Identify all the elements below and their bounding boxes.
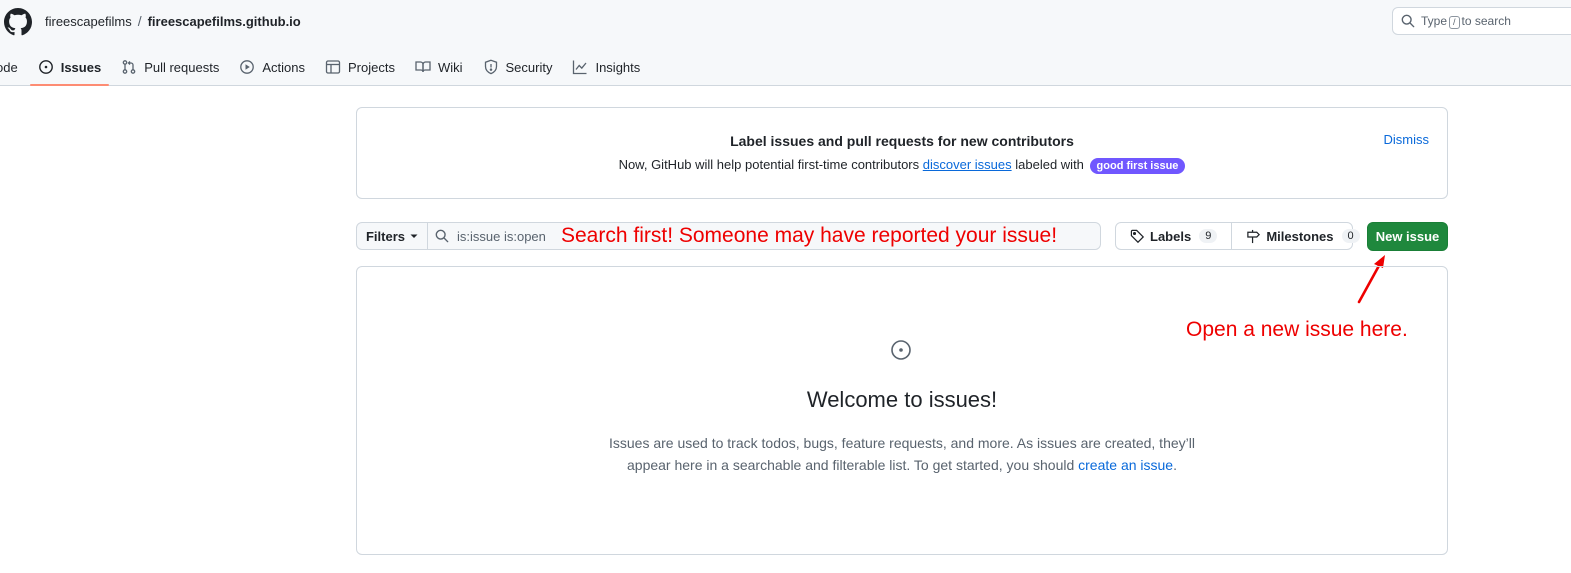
blankslate-line-2: appear here in a searchable and filterab…	[357, 454, 1447, 476]
tab-code[interactable]: ode	[0, 48, 26, 86]
banner-text-after: labeled with	[1015, 157, 1084, 172]
search-icon	[435, 229, 449, 243]
tab-label: Insights	[595, 59, 641, 75]
tab-insights[interactable]: Insights	[564, 48, 648, 86]
filter-search-field[interactable]: Search first! Someone may have reported …	[428, 223, 1100, 249]
caret-down-icon	[410, 234, 418, 238]
tab-projects[interactable]: Projects	[317, 48, 403, 86]
tab-actions[interactable]: Actions	[231, 48, 313, 86]
labels-button[interactable]: Labels 9	[1116, 223, 1231, 249]
tab-label: Pull requests	[144, 59, 220, 75]
shield-icon	[484, 59, 497, 75]
issues-blankslate: Welcome to issues! Issues are used to tr…	[356, 266, 1448, 555]
repo-header: fireescapefilms / fireescapefilms.github…	[0, 0, 1571, 86]
milestones-count: 0	[1341, 229, 1360, 243]
global-search-input[interactable]: Type / to search	[1392, 7, 1571, 35]
filters-dropdown-button[interactable]: Filters	[357, 223, 428, 249]
search-placeholder-suffix: to search	[1461, 13, 1511, 28]
milestones-button[interactable]: Milestones 0	[1231, 223, 1373, 249]
play-icon	[240, 60, 255, 74]
tab-label: Issues	[60, 59, 102, 75]
blankslate-line-2-text: appear here in a searchable and filterab…	[627, 457, 1075, 473]
blankslate-period: .	[1173, 457, 1177, 473]
banner-text: Now, GitHub will help potential first-ti…	[357, 157, 1447, 174]
milestone-icon	[1247, 229, 1261, 243]
breadcrumb-separator: /	[137, 13, 142, 29]
blankslate-title: Welcome to issues!	[806, 387, 998, 412]
labels-milestones-group: Labels 9 Milestones 0	[1115, 222, 1360, 250]
github-logo-icon[interactable]	[4, 8, 32, 36]
discover-issues-link[interactable]: discover issues	[923, 157, 1012, 172]
tab-wiki[interactable]: Wiki	[407, 48, 471, 86]
breadcrumb-owner[interactable]: fireescapefilms	[45, 14, 132, 29]
filter-query-input[interactable]	[457, 228, 547, 244]
good-first-issue-label[interactable]: good first issue	[1089, 158, 1186, 174]
tab-label: Wiki	[437, 59, 463, 75]
tab-label: Projects	[347, 59, 395, 75]
banner-title: Label issues and pull requests for new c…	[730, 133, 1074, 149]
search-first-annotation: Search first! Someone may have reported …	[561, 224, 1058, 247]
search-shortcut-key: /	[1449, 15, 1460, 29]
blankslate-description: Issues are used to track todos, bugs, fe…	[357, 432, 1447, 476]
banner-text-before: Now, GitHub will help potential first-ti…	[618, 157, 920, 172]
milestones-label: Milestones	[1266, 228, 1334, 244]
tab-pull-requests[interactable]: Pull requests	[113, 48, 227, 86]
tab-label: ode	[0, 59, 18, 75]
breadcrumb: fireescapefilms / fireescapefilms.github…	[45, 13, 301, 29]
issue-filter-bar: Filters Search first! Someone may have r…	[356, 222, 1101, 250]
dismiss-button[interactable]: Dismiss	[1384, 132, 1430, 147]
issue-opened-icon	[891, 340, 911, 360]
first-contributor-banner: Label issues and pull requests for new c…	[356, 107, 1448, 199]
search-icon	[1401, 14, 1415, 28]
tab-label: Security	[505, 59, 553, 75]
tab-label: Actions	[262, 59, 305, 75]
book-icon	[415, 61, 431, 73]
graph-icon	[573, 60, 587, 75]
create-issue-link[interactable]: create an issue	[1078, 457, 1173, 473]
new-issue-button[interactable]: New issue	[1367, 222, 1448, 251]
tab-issues[interactable]: Issues	[29, 48, 110, 86]
git-pull-request-icon	[122, 60, 136, 74]
tag-icon	[1130, 229, 1145, 243]
search-placeholder-prefix: Type	[1421, 13, 1448, 28]
tab-security[interactable]: Security	[475, 48, 561, 86]
issue-opened-icon	[38, 60, 53, 74]
table-icon	[325, 60, 341, 74]
labels-count: 9	[1199, 229, 1218, 243]
filters-label: Filters	[365, 228, 405, 244]
repo-tabs: ode Issues Pull requests Actions	[0, 48, 652, 86]
labels-label: Labels	[1150, 228, 1192, 244]
breadcrumb-repo[interactable]: fireescapefilms.github.io	[148, 14, 301, 29]
blankslate-line-1: Issues are used to track todos, bugs, fe…	[609, 435, 1195, 451]
